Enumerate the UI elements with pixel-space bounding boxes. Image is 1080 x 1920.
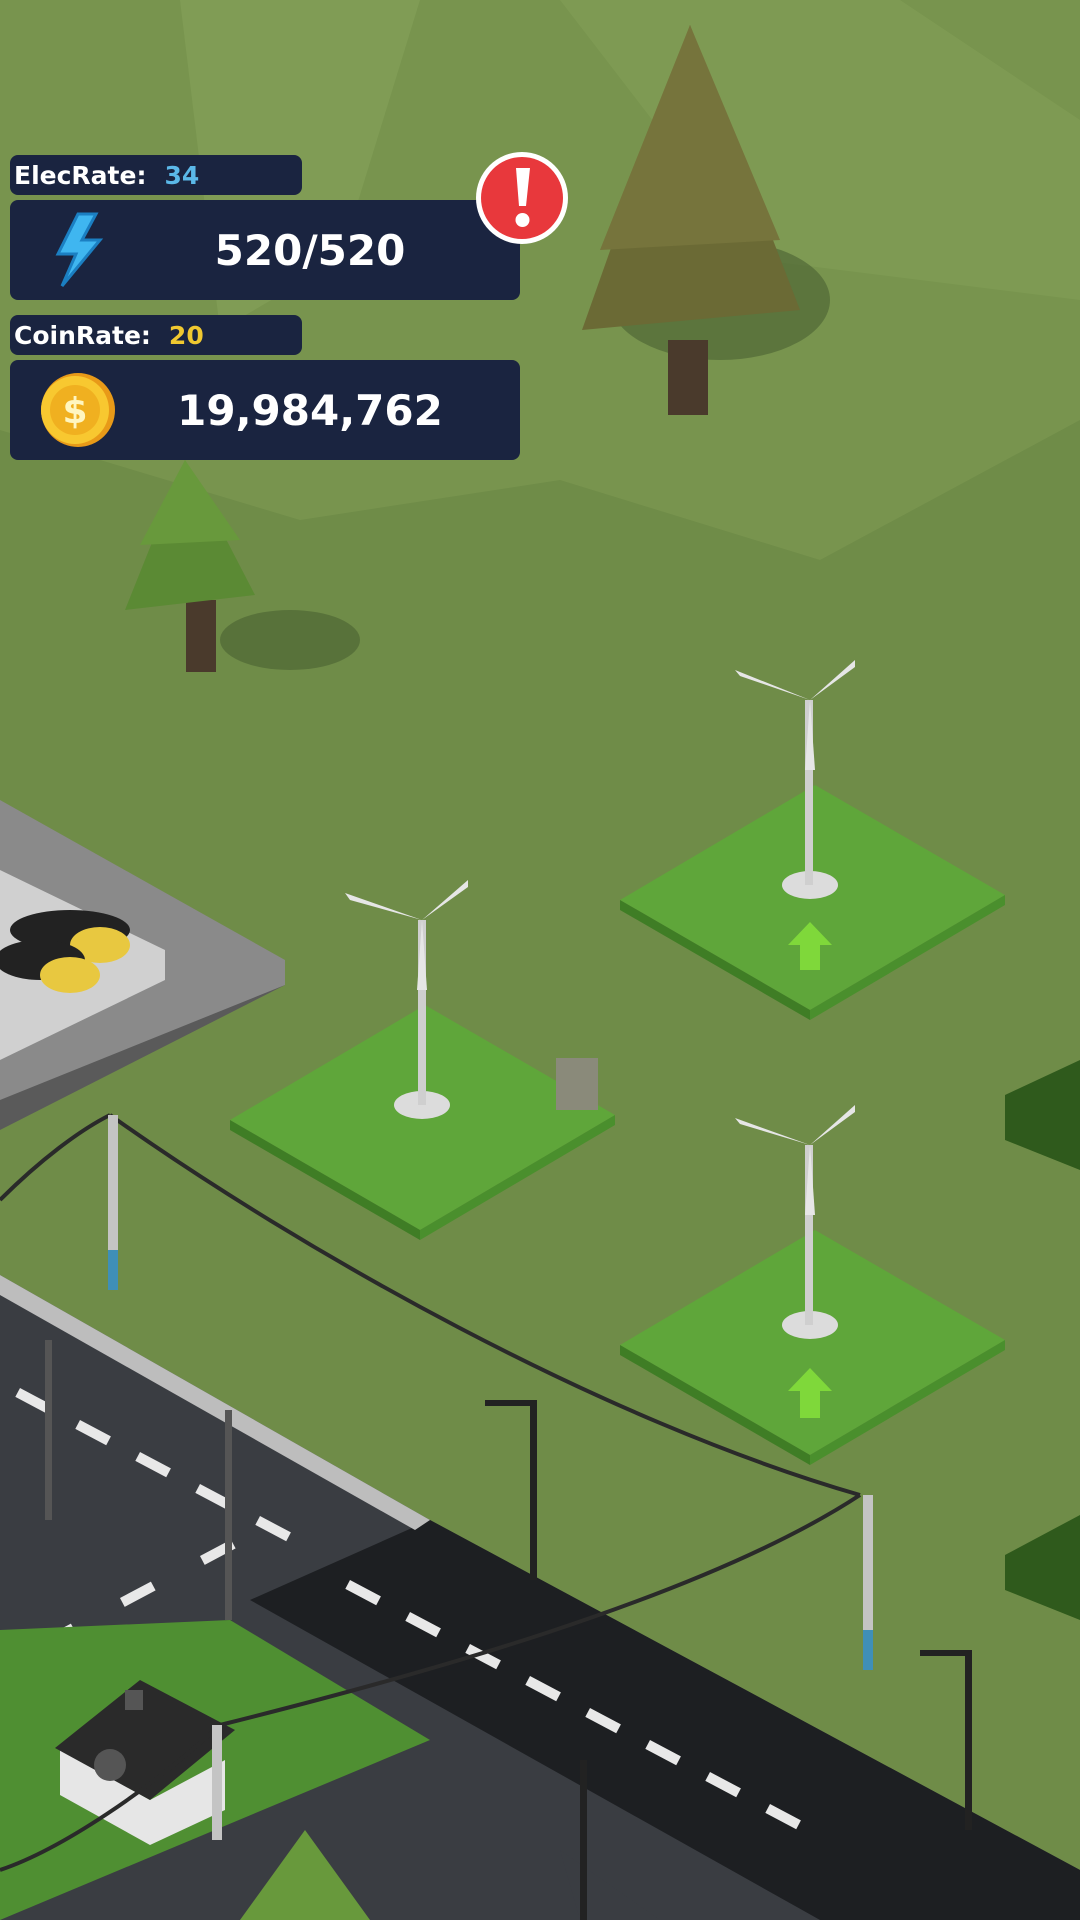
electric-box (556, 1058, 598, 1110)
elec-rate-value: 34 (164, 160, 200, 190)
coin-rate-label: CoinRate: (14, 320, 151, 350)
elec-rate-badge: ElecRate: 34 (10, 155, 302, 195)
energy-panel[interactable]: 520/520 (10, 200, 520, 300)
exclamation-alert-icon[interactable] (474, 150, 570, 246)
energy-value: 520/520 (214, 225, 406, 275)
coins-value: 19,984,762 (177, 385, 443, 435)
coin-rate-badge: CoinRate: 20 (10, 315, 302, 355)
coin-rate-value: 20 (168, 320, 204, 350)
svg-text:$: $ (62, 391, 87, 432)
coins-panel[interactable]: $ 19,984,762 (10, 360, 520, 460)
elec-rate-label: ElecRate: (14, 160, 147, 190)
